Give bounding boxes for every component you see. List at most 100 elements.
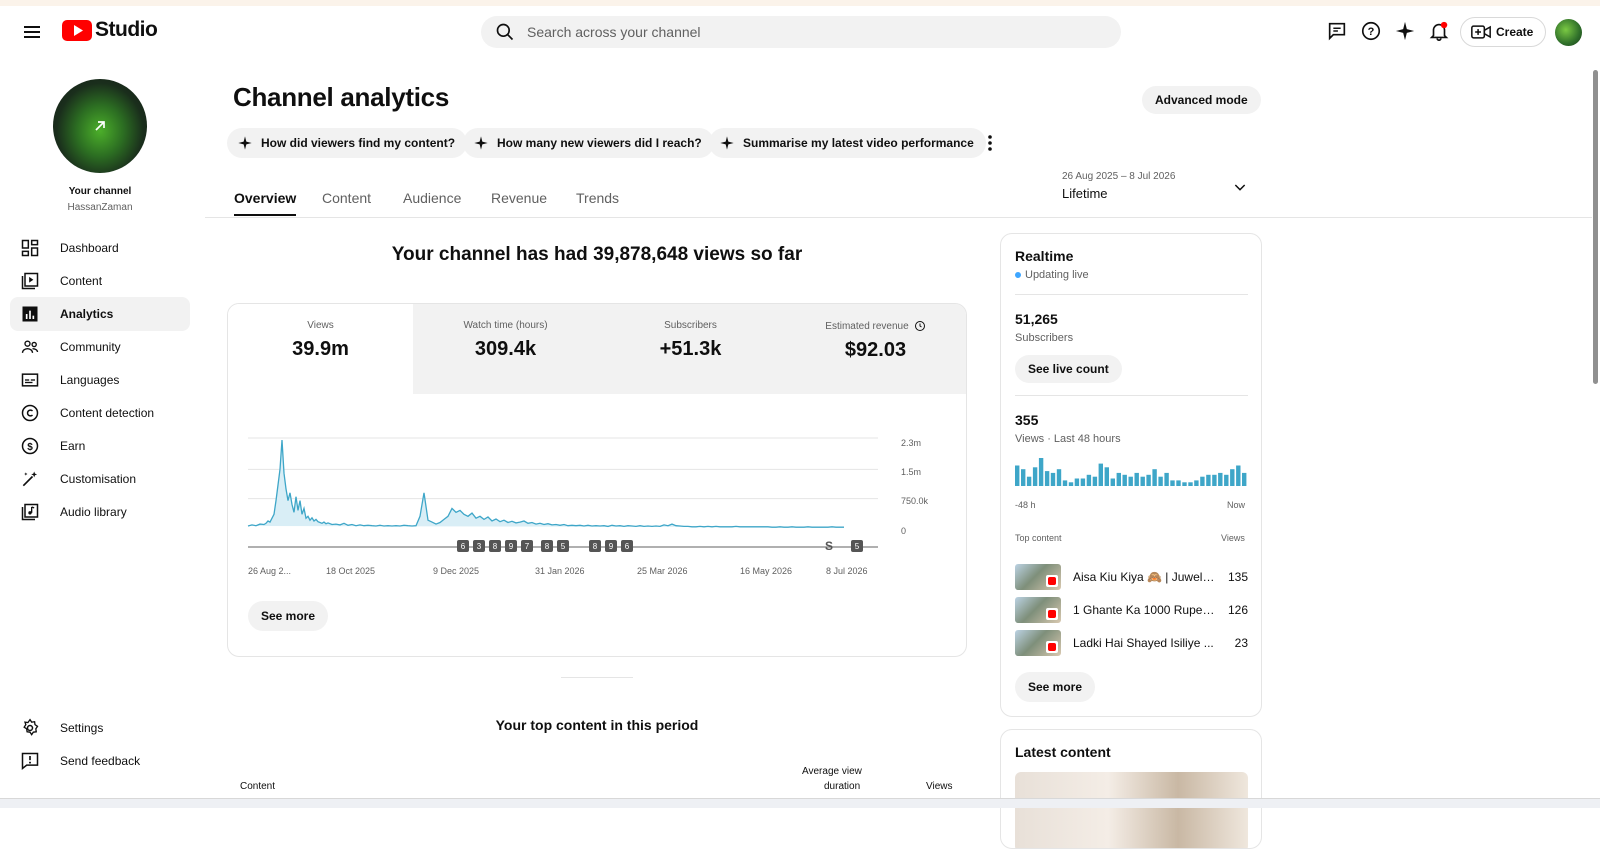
upload-marker[interactable]: 8: [489, 540, 501, 552]
realtime-top-item[interactable]: Aisa Kiu Kiya 🙈 | Juwel ... 135: [1015, 563, 1248, 591]
video-views: 23: [1234, 636, 1248, 650]
shorts-icon: [1048, 610, 1056, 618]
chip-viewers-find-content[interactable]: How did viewers find my content?: [227, 128, 468, 158]
realtime-bar: [1224, 474, 1229, 486]
sparkle-icon: [720, 136, 734, 150]
realtime-bar: [1050, 472, 1056, 486]
x-tick-label: 26 Aug 2...: [248, 566, 292, 576]
tab-trends[interactable]: Trends: [576, 190, 619, 206]
copyright-icon: [20, 403, 40, 423]
shorts-marker[interactable]: S: [823, 539, 835, 553]
realtime-bar: [1230, 469, 1235, 486]
table-header-views[interactable]: Views: [926, 781, 953, 792]
svg-text:?: ?: [1368, 26, 1375, 38]
x-tick-label: 18 Oct 2025: [326, 566, 376, 576]
stat-value: $92.03: [844, 339, 907, 361]
table-header-avg-duration[interactable]: duration: [824, 781, 860, 792]
sidebar-item-label: Content: [60, 274, 103, 288]
stat-watch-time[interactable]: Watch time (hours) 309.4k: [413, 304, 598, 394]
sidebar-item-audio-library[interactable]: Audio library: [10, 495, 190, 529]
latest-video-thumbnail[interactable]: [1015, 772, 1248, 848]
realtime-axis-start: -48 h: [1015, 500, 1036, 510]
help-icon[interactable]: ?: [1360, 20, 1384, 44]
views-column-label: Views: [1221, 533, 1245, 543]
sidebar-item-content[interactable]: Content: [10, 264, 190, 298]
table-header-content[interactable]: Content: [240, 781, 275, 792]
realtime-top-item[interactable]: Ladki Hai Shayed Isiliye ... 23: [1015, 629, 1248, 657]
sidebar-item-settings[interactable]: Settings: [10, 711, 190, 745]
sidebar-item-community[interactable]: Community: [10, 330, 190, 364]
upload-marker[interactable]: 9: [605, 540, 617, 552]
realtime-see-more-button[interactable]: See more: [1015, 672, 1096, 702]
overview-card: Views 39.9m Watch time (hours) 309.4k Su…: [227, 303, 967, 657]
sidebar-item-customisation[interactable]: Customisation: [10, 462, 190, 496]
date-range-picker[interactable]: 26 Aug 2025 – 8 Jul 2026 Lifetime: [1062, 171, 1250, 203]
sidebar: Your channel HassanZaman Dashboard Conte…: [0, 58, 200, 798]
realtime-bar: [1212, 474, 1217, 486]
views-line: [247, 439, 844, 528]
stat-subscribers[interactable]: Subscribers +51.3k: [598, 304, 783, 394]
earn-icon: $: [20, 436, 40, 456]
sidebar-item-content-detection[interactable]: Content detection: [10, 396, 190, 430]
sidebar-item-earn[interactable]: $ Earn: [10, 429, 190, 463]
scrollbar-thumb[interactable]: [1593, 70, 1598, 384]
x-tick-label: 16 May 2026: [740, 566, 793, 576]
stat-views[interactable]: Views 39.9m: [228, 304, 413, 394]
upload-marker[interactable]: 5: [851, 540, 863, 552]
y-tick-label: 750.0k: [901, 496, 929, 506]
upload-marker[interactable]: 3: [473, 540, 485, 552]
realtime-bar: [1116, 472, 1121, 486]
analytics-icon: [20, 304, 40, 324]
video-title: Aisa Kiu Kiya 🙈 | Juwel ...: [1073, 570, 1215, 584]
realtime-bar: [1044, 471, 1050, 486]
realtime-bar: [1015, 465, 1020, 486]
realtime-top-item[interactable]: 1 Ghante Ka 1000 Rupee... 126: [1015, 596, 1248, 624]
see-live-count-button[interactable]: See live count: [1015, 355, 1122, 383]
upload-marker[interactable]: 8: [589, 540, 601, 552]
stat-value: 309.4k: [474, 338, 537, 360]
chip-summarise-latest-video[interactable]: Summarise my latest video performance: [709, 128, 986, 158]
upload-marker[interactable]: 7: [521, 540, 533, 552]
sparkle-icon[interactable]: [1394, 20, 1418, 44]
tab-overview[interactable]: Overview: [234, 190, 297, 216]
upload-marker[interactable]: 6: [457, 540, 469, 552]
upload-marker[interactable]: 5: [557, 540, 569, 552]
sidebar-item-dashboard[interactable]: Dashboard: [10, 231, 190, 265]
realtime-views-chart[interactable]: [1015, 456, 1248, 486]
search-icon: [496, 23, 514, 41]
channel-avatar[interactable]: [53, 79, 147, 173]
search-bar[interactable]: [481, 16, 1121, 48]
tab-content[interactable]: Content: [322, 190, 371, 206]
advanced-mode-button[interactable]: Advanced mode: [1142, 86, 1261, 114]
sidebar-item-languages[interactable]: Languages: [10, 363, 190, 397]
views-headline: Your channel has had 39,878,648 views so…: [391, 244, 803, 265]
search-input[interactable]: [527, 24, 1087, 40]
more-options-icon[interactable]: [980, 132, 1000, 154]
notifications-icon[interactable]: [1428, 20, 1452, 44]
chip-label: How many new viewers did I reach?: [497, 136, 702, 150]
video-thumbnail: [1015, 597, 1061, 623]
sidebar-item-analytics[interactable]: Analytics: [10, 297, 190, 331]
realtime-bar: [1128, 476, 1133, 486]
upload-marker[interactable]: 6: [621, 540, 633, 552]
chip-new-viewers[interactable]: How many new viewers did I reach?: [463, 128, 714, 158]
upload-marker[interactable]: 9: [505, 540, 517, 552]
see-more-button[interactable]: See more: [248, 601, 329, 631]
tab-audience[interactable]: Audience: [403, 190, 461, 206]
sidebar-item-send-feedback[interactable]: Send feedback: [10, 744, 190, 778]
menu-icon[interactable]: [20, 20, 44, 44]
tab-revenue[interactable]: Revenue: [491, 190, 547, 206]
realtime-bar: [1104, 467, 1109, 486]
sidebar-item-label: Settings: [60, 721, 104, 735]
create-button[interactable]: Create: [1460, 17, 1547, 47]
studio-logo[interactable]: Studio: [62, 18, 158, 42]
comment-icon[interactable]: [1326, 20, 1350, 44]
sidebar-item-label: Community: [60, 340, 121, 354]
stat-value: +51.3k: [659, 338, 722, 360]
realtime-bar: [1068, 482, 1074, 486]
stat-estimated-revenue[interactable]: Estimated revenue $92.03: [783, 304, 966, 394]
latest-content-card: Latest content: [1000, 729, 1262, 849]
upload-marker[interactable]: 8: [541, 540, 553, 552]
account-avatar[interactable]: [1555, 19, 1582, 46]
table-header-avg-duration[interactable]: Average view: [802, 766, 862, 777]
